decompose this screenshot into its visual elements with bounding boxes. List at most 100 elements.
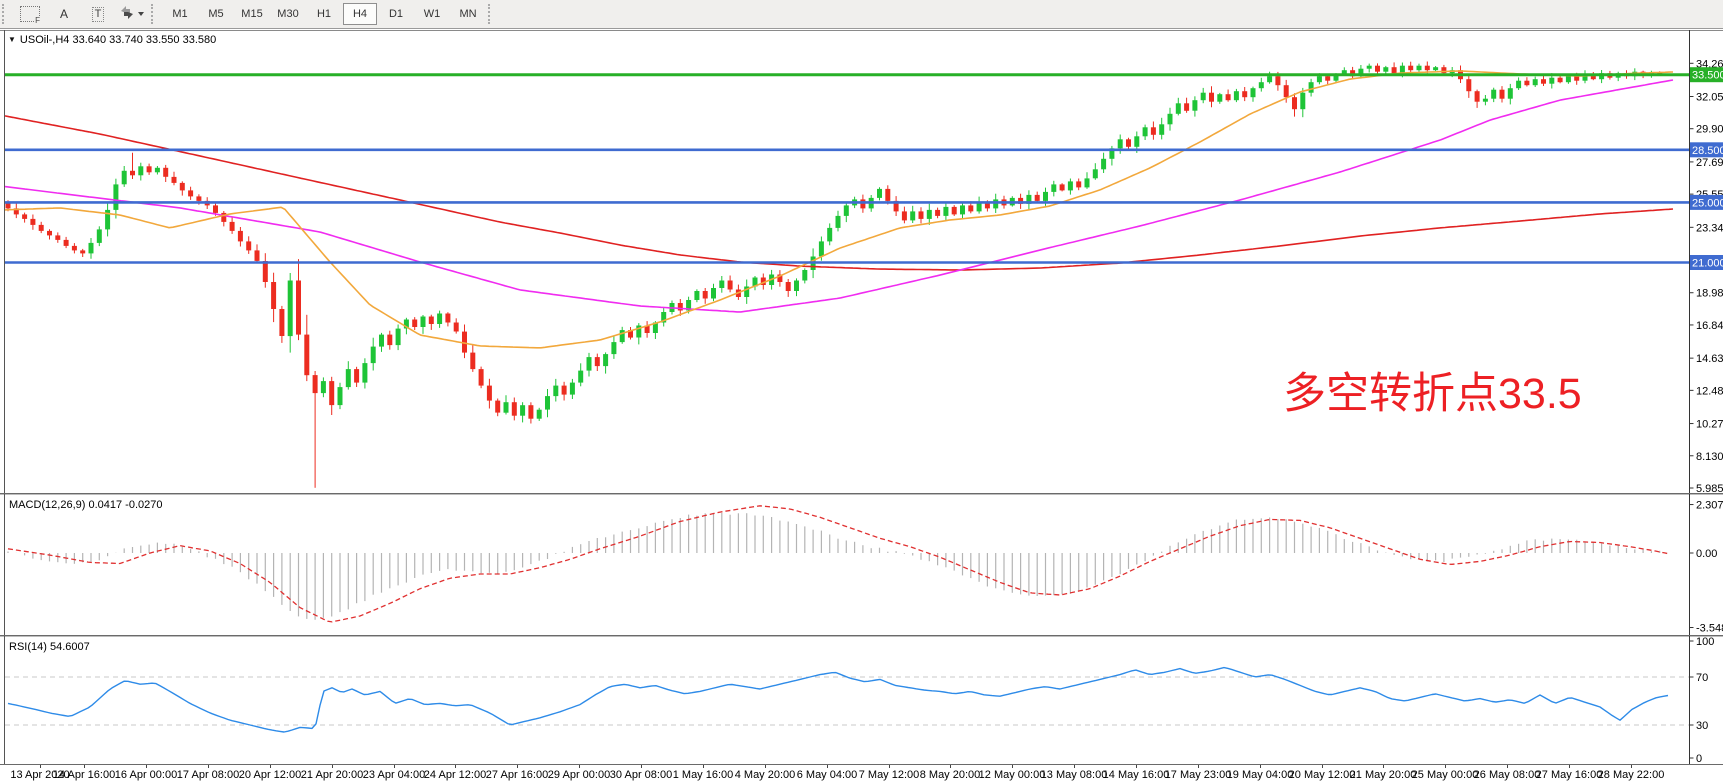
- svg-text:10.275: 10.275: [1696, 419, 1723, 431]
- symbol-dropdown-icon[interactable]: ▼: [8, 35, 16, 44]
- time-tick: [1198, 765, 1199, 768]
- time-label: 29 Apr 00:00: [548, 769, 610, 781]
- timeframe-h4[interactable]: H4: [343, 3, 377, 25]
- time-label: 4 May 20:00: [735, 769, 796, 781]
- time-label: 30 Apr 08:00: [610, 769, 672, 781]
- time-label: 21 Apr 20:00: [301, 769, 363, 781]
- arrows-icon: [120, 6, 134, 22]
- arrow-tools-button[interactable]: [116, 2, 148, 26]
- toolbar-separator: [151, 4, 160, 24]
- time-tick: [1383, 765, 1384, 768]
- time-tick: [1507, 765, 1508, 768]
- timeframe-m5[interactable]: M5: [199, 3, 233, 25]
- time-tick: [270, 765, 271, 768]
- chevron-down-icon: [138, 12, 144, 16]
- time-label: 20 Apr 12:00: [239, 769, 301, 781]
- chart-title-text: USOil-,H4 33.640 33.740 33.550 33.580: [20, 34, 216, 46]
- time-tick: [1322, 765, 1323, 768]
- time-tick: [1445, 765, 1446, 768]
- timeframe-m15[interactable]: M15: [235, 3, 269, 25]
- svg-text:12.485: 12.485: [1696, 385, 1723, 397]
- time-tick: [146, 765, 147, 768]
- text-a-icon: A: [60, 7, 68, 21]
- time-label: 24 Apr 12:00: [424, 769, 486, 781]
- candlestick-chart[interactable]: 34.26032.05029.90527.69525.55023.34018.9…: [0, 30, 1723, 494]
- time-tick: [394, 765, 395, 768]
- toolbar-drag-handle[interactable]: [2, 4, 11, 24]
- time-tick: [641, 765, 642, 768]
- svg-text:33.500: 33.500: [1692, 70, 1723, 82]
- time-label: 1 May 16:00: [673, 769, 734, 781]
- time-axis[interactable]: 13 Apr 202014 Apr 16:0016 Apr 00:0017 Ap…: [0, 765, 1723, 784]
- timeframe-m30[interactable]: M30: [271, 3, 305, 25]
- rsi-chart[interactable]: 100 70 30 0: [0, 636, 1723, 765]
- svg-text:30: 30: [1696, 720, 1708, 732]
- time-label: 8 May 20:00: [920, 769, 981, 781]
- time-tick: [1074, 765, 1075, 768]
- time-label: 26 May 08:00: [1474, 769, 1541, 781]
- time-label: 14 Apr 16:00: [53, 769, 115, 781]
- time-tick: [827, 765, 828, 768]
- svg-text:14.630: 14.630: [1696, 353, 1723, 365]
- text-label-tool-button[interactable]: T: [82, 2, 114, 26]
- svg-text:100: 100: [1696, 636, 1714, 648]
- time-label: 13 May 08:00: [1041, 769, 1108, 781]
- time-tick: [1631, 765, 1632, 768]
- time-label: 25 May 00:00: [1412, 769, 1479, 781]
- svg-text:25.000: 25.000: [1692, 197, 1723, 209]
- grid-icon-f-label: F: [35, 17, 40, 25]
- time-tick: [1260, 765, 1261, 768]
- time-label: 19 May 04:00: [1227, 769, 1294, 781]
- timeframe-d1[interactable]: D1: [379, 3, 413, 25]
- time-tick: [703, 765, 704, 768]
- time-tick: [1136, 765, 1137, 768]
- timeframe-w1[interactable]: W1: [415, 3, 449, 25]
- svg-text:16.840: 16.840: [1696, 320, 1723, 332]
- rsi-panel[interactable]: 10070300 RSI(14) 54.6007: [0, 636, 1723, 765]
- svg-text:70: 70: [1696, 672, 1708, 684]
- time-label: 6 May 04:00: [797, 769, 858, 781]
- svg-text:21.000: 21.000: [1692, 257, 1723, 269]
- time-label: 7 May 12:00: [859, 769, 920, 781]
- svg-text:8.130: 8.130: [1696, 451, 1723, 463]
- time-label: 20 May 12:00: [1289, 769, 1356, 781]
- time-label: 17 Apr 08:00: [177, 769, 239, 781]
- time-label: 27 Apr 16:00: [486, 769, 548, 781]
- macd-panel[interactable]: 2.3072 0.00 -3.5484 MACD(12,26,9) 0.0417 -…: [0, 494, 1723, 636]
- svg-text:0: 0: [1696, 753, 1702, 765]
- macd-chart[interactable]: 2.3072 0.00 -3.5484: [0, 494, 1723, 636]
- toolbar-separator-2: [488, 4, 497, 24]
- cursor-grid-tool-button[interactable]: F: [14, 2, 46, 26]
- svg-text:5.985: 5.985: [1696, 483, 1723, 494]
- time-tick: [765, 765, 766, 768]
- svg-text:2.3072: 2.3072: [1696, 500, 1723, 512]
- timeframe-m1[interactable]: M1: [163, 3, 197, 25]
- main-chart-panel[interactable]: 34.26032.05029.90527.69525.55023.34018.9…: [0, 30, 1723, 494]
- svg-text:27.695: 27.695: [1696, 157, 1723, 169]
- time-label: 27 May 16:00: [1536, 769, 1603, 781]
- svg-text:-3.5484: -3.5484: [1696, 623, 1723, 635]
- time-tick: [1012, 765, 1013, 768]
- time-tick: [84, 765, 85, 768]
- time-tick: [889, 765, 890, 768]
- timeframe-h1[interactable]: H1: [307, 3, 341, 25]
- time-label: 23 Apr 04:00: [363, 769, 425, 781]
- toolbar: F A T M1M5M15M30H1H4D1W1MN: [0, 0, 1723, 29]
- svg-text:0.00: 0.00: [1696, 548, 1717, 560]
- annotation-text: 多空转折点33.5: [1283, 371, 1582, 418]
- chart-title: ▼ USOil-,H4 33.640 33.740 33.550 33.580: [8, 34, 216, 46]
- macd-label: MACD(12,26,9) 0.0417 -0.0270: [9, 499, 162, 511]
- time-label: 12 May 00:00: [979, 769, 1046, 781]
- text-tool-button[interactable]: A: [48, 2, 80, 26]
- time-label: 28 May 22:00: [1598, 769, 1665, 781]
- text-label-icon: T: [92, 7, 105, 22]
- timeframe-bar: M1M5M15M30H1H4D1W1MN: [162, 3, 486, 25]
- time-tick: [517, 765, 518, 768]
- time-tick: [332, 765, 333, 768]
- timeframe-mn[interactable]: MN: [451, 3, 485, 25]
- svg-text:18.985: 18.985: [1696, 288, 1723, 300]
- time-tick: [1569, 765, 1570, 768]
- grid-icon: F: [20, 6, 40, 22]
- time-label: 17 May 23:00: [1165, 769, 1232, 781]
- time-label: 14 May 16:00: [1103, 769, 1170, 781]
